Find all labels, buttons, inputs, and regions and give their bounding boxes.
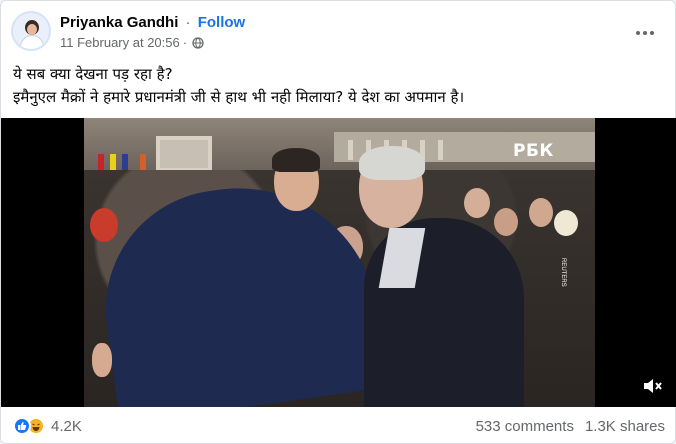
post-meta: 11 February at 20:56 · xyxy=(60,35,204,51)
facebook-post-card: Priyanka Gandhi · Follow 11 February at … xyxy=(0,0,676,444)
post-header: Priyanka Gandhi · Follow 11 February at … xyxy=(11,11,667,57)
engagement-stats: 533 comments 1.3K shares xyxy=(476,418,665,435)
audience-member xyxy=(554,210,578,236)
follow-button[interactable]: Follow xyxy=(198,14,246,31)
reaction-summary[interactable]: 4.2K xyxy=(13,417,82,435)
avatar-face xyxy=(27,24,37,35)
post-timestamp[interactable]: 11 February at 20:56 xyxy=(60,35,180,51)
audience-member xyxy=(529,198,553,227)
person-left-hair xyxy=(272,148,320,172)
more-dot xyxy=(650,31,654,35)
meta-separator-dot: · xyxy=(182,35,188,50)
shares-count[interactable]: 1.3K shares xyxy=(585,418,665,435)
more-dot xyxy=(643,31,647,35)
comments-count[interactable]: 533 comments xyxy=(476,418,574,435)
audience-member xyxy=(90,208,118,242)
reaction-count[interactable]: 4.2K xyxy=(51,418,82,435)
avatar-shoulders xyxy=(20,35,44,49)
audience-member xyxy=(494,208,518,236)
audience-member xyxy=(464,188,490,218)
laughing-face-icon xyxy=(32,423,40,431)
author-line: Priyanka Gandhi · Follow xyxy=(60,14,245,32)
author-name[interactable]: Priyanka Gandhi xyxy=(60,14,178,31)
person-left-hand xyxy=(92,343,112,377)
like-reaction-icon xyxy=(13,417,31,435)
video-player[interactable]: РБК REUTERS xyxy=(1,118,676,407)
post-footer: 4.2K 533 comments 1.3K shares xyxy=(13,414,665,438)
post-text-line: ये सब क्या देखना पड़ रहा है? xyxy=(13,65,173,83)
separator-dot: · xyxy=(185,14,191,31)
post-text: ये सब क्या देखना पड़ रहा है? इमैनुएल मैक… xyxy=(13,63,663,109)
wall-panel xyxy=(156,136,212,172)
thumbs-up-icon xyxy=(18,422,27,430)
globe-icon[interactable] xyxy=(192,37,204,49)
avatar[interactable] xyxy=(11,11,51,51)
person-right-hair xyxy=(359,146,425,180)
volume-muted-icon[interactable] xyxy=(641,375,663,397)
more-dot xyxy=(636,31,640,35)
more-options-icon[interactable] xyxy=(631,19,659,47)
post-text-line: इमैनुएल मैक्रों ने हमारे प्रधानमंत्री जी… xyxy=(13,88,465,106)
rbk-watermark: РБК xyxy=(513,141,554,161)
reuters-credit: REUTERS xyxy=(560,258,566,287)
video-frame[interactable] xyxy=(84,118,595,407)
